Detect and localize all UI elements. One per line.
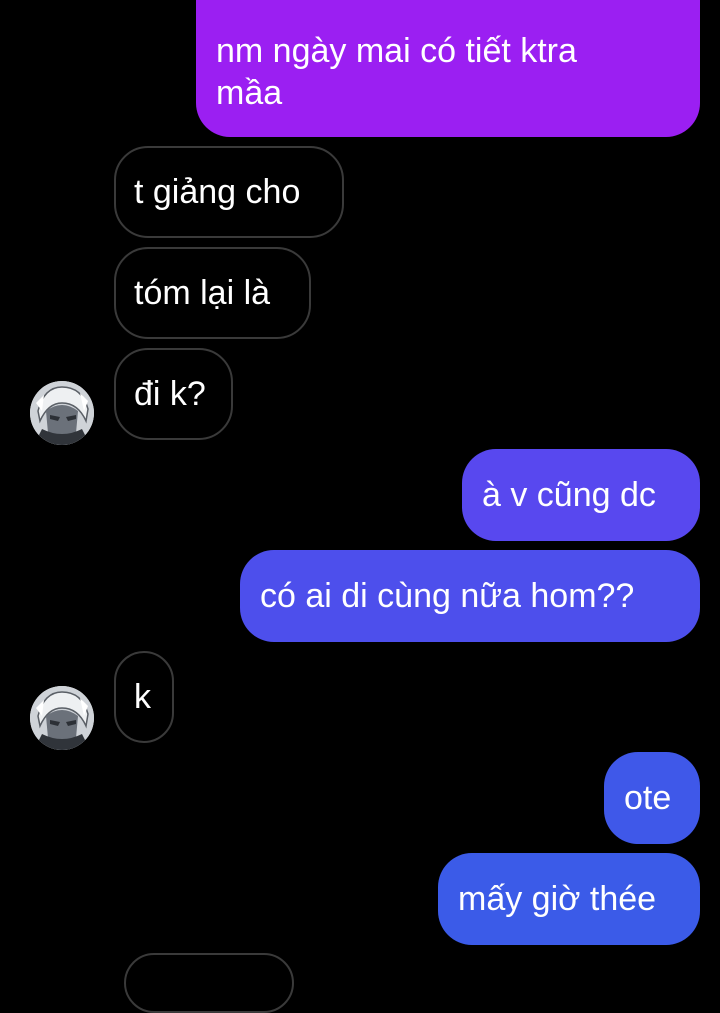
message-text: đi k? bbox=[134, 375, 206, 413]
message-text: mấy giờ thée bbox=[458, 880, 657, 918]
message-bubble-incoming[interactable]: đi k? bbox=[114, 348, 233, 440]
contact-avatar[interactable] bbox=[30, 686, 94, 750]
message-bubble-outgoing[interactable]: có ai di cùng nữa hom?? bbox=[240, 550, 700, 642]
message-text: t giảng cho bbox=[134, 173, 301, 211]
message-text: có ai di cùng nữa hom?? bbox=[260, 577, 635, 615]
message-text: à v cũng dc bbox=[482, 476, 656, 514]
anime-character-avatar-icon bbox=[30, 381, 94, 445]
message-bubble-incoming[interactable]: t giảng cho bbox=[114, 146, 344, 238]
message-bubble-outgoing[interactable]: à v cũng dc bbox=[462, 449, 700, 541]
message-text-line: mầa bbox=[216, 74, 283, 112]
message-text: ote bbox=[624, 779, 672, 817]
message-text: k bbox=[134, 678, 151, 716]
message-bubble-outgoing[interactable]: mấy giờ thée bbox=[438, 853, 700, 945]
anime-character-avatar-icon bbox=[30, 686, 94, 750]
message-text-line: nm ngày mai có tiết ktra bbox=[216, 32, 577, 70]
message-bubble-incoming[interactable]: k bbox=[114, 651, 174, 743]
message-bubble-outgoing[interactable]: ote bbox=[604, 752, 700, 844]
contact-avatar[interactable] bbox=[30, 381, 94, 445]
message-bubble-outgoing[interactable]: nm ngày mai có tiết ktra mầa bbox=[196, 0, 700, 137]
message-thread: nm ngày mai có tiết ktra mầa t giảng cho… bbox=[0, 0, 720, 1013]
message-bubble-incoming-partial[interactable] bbox=[124, 953, 294, 1013]
message-text: tóm lại là bbox=[134, 274, 271, 312]
message-bubble-incoming[interactable]: tóm lại là bbox=[114, 247, 311, 339]
